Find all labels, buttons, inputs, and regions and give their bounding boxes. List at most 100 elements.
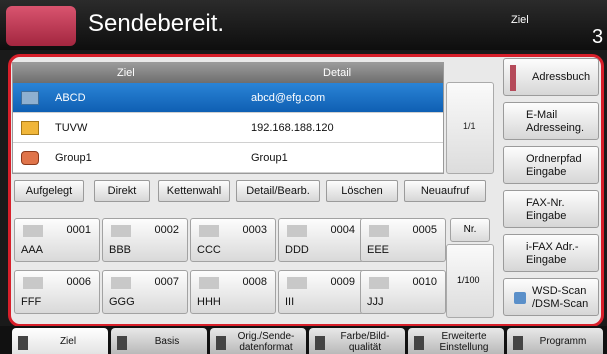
speed-dial-icon [369,277,389,289]
destination-count-label: Ziel [511,14,529,26]
destination-row[interactable]: Group1 Group1 [13,143,443,173]
speed-dial-label: HHH [197,296,221,308]
destination-name: ABCD [55,92,86,104]
direct-button[interactable]: Direkt [94,180,150,202]
detail-edit-button[interactable]: Detail/Bearb. [236,180,320,202]
delete-button[interactable]: Löschen [326,180,398,202]
tab-destination[interactable]: Ziel [12,328,108,354]
speed-dial-number: 0002 [154,224,179,236]
tab-bar: Ziel Basis Orig./Sende- datenformat Farb… [0,326,607,354]
number-search-button[interactable]: Nr. [450,218,490,242]
scan-icon [514,292,526,304]
speed-dial-icon [199,225,219,237]
tab-label: Ziel [59,336,77,347]
tab-advanced-settings[interactable]: Erweiterte Einstellung [408,328,504,354]
speed-dial-icon [287,225,307,237]
folder-path-label: Ordnerpfad Eingabe [526,153,582,178]
address-book-label: Adressbuch [532,71,591,83]
column-header-detail: Detail [323,67,352,79]
list-page-indicator: 1/1 [463,121,476,131]
speed-dial-icon [23,225,43,237]
tab-icon [315,336,325,350]
ifax-address-label: i-FAX Adr.-Eingabe [526,241,579,266]
ifax-address-button[interactable]: i-FAX Adr.-Eingabe [503,234,599,272]
tab-label: Basis [154,336,180,347]
speed-dial-button[interactable]: 0008 HHH [190,270,276,314]
speed-dial-icon [111,277,131,289]
wsd-scan-button[interactable]: WSD-Scan /DSM-Scan [503,278,599,316]
destination-row[interactable]: TUVW 192.168.188.120 [13,113,443,143]
tab-label: Programm [539,336,587,347]
speed-dial-icon [199,277,219,289]
tab-icon [18,336,28,350]
tab-color-quality[interactable]: Farbe/Bild- qualität [309,328,405,354]
chain-button[interactable]: Kettenwahl [158,180,230,202]
speed-dial-number: 0003 [242,224,267,236]
destination-detail: 192.168.188.120 [251,122,334,134]
speed-dial-button[interactable]: 0004 DDD [278,218,364,262]
speed-dial-label: BBB [109,244,132,256]
destination-row[interactable]: ABCD abcd@efg.com [13,83,443,113]
email-icon [21,91,39,105]
speed-dial-page-indicator: 1/100 [457,275,480,285]
speed-dial-number: 0006 [66,276,91,288]
speed-dial-button[interactable]: 0009 III [278,270,364,314]
speed-dial-button[interactable]: 0003 CCC [190,218,276,262]
fax-number-button[interactable]: FAX-Nr. Eingabe [503,190,599,228]
tab-icon [513,336,523,350]
destination-list: Ziel Detail ABCD abcd@efg.com TUVW 192.1… [12,62,444,174]
speed-dial-button[interactable]: 0001 AAA [14,218,100,262]
recall-button[interactable]: Neuaufruf [404,180,486,202]
page-title: Sendebereit. [88,10,225,37]
tab-program[interactable]: Programm [507,328,603,354]
speed-dial-icon [287,277,307,289]
speed-dial-label: CCC [197,244,221,256]
destination-name: Group1 [55,152,92,164]
wsd-scan-label: WSD-Scan /DSM-Scan [532,285,589,310]
speed-dial-icon [111,225,131,237]
speed-dial-number: 0007 [154,276,179,288]
on-hook-button[interactable]: Aufgelegt [14,180,84,202]
speed-dial-number: 0010 [412,276,437,288]
email-entry-button[interactable]: E-Mail Adresseing. [503,102,599,140]
tab-original-format[interactable]: Orig./Sende- datenformat [210,328,306,354]
column-header-destination: Ziel [117,67,135,79]
speed-dial-number: 0001 [66,224,91,236]
tab-label: Farbe/Bild- qualität [340,331,390,353]
folder-path-button[interactable]: Ordnerpfad Eingabe [503,146,599,184]
speed-dial-number: 0004 [330,224,355,236]
tab-icon [414,336,424,350]
speed-dial-label: JJJ [367,296,384,308]
address-book-button[interactable]: Adressbuch [503,58,599,96]
speed-dial-label: GGG [109,296,135,308]
speed-dial-button[interactable]: 0010 JJJ [360,270,446,314]
tab-basic[interactable]: Basis [111,328,207,354]
destination-detail: abcd@efg.com [251,92,326,104]
destination-detail: Group1 [251,152,288,164]
group-icon [21,151,39,165]
list-scrollbar[interactable]: 1/1 [446,82,494,174]
speed-dial-number: 0008 [242,276,267,288]
address-book-icon [510,65,516,91]
speed-dial-label: AAA [21,244,44,256]
speed-dial-button[interactable]: 0005 EEE [360,218,446,262]
header-bar: Sendebereit. Ziel 3 [0,0,607,50]
speed-dial-scrollbar[interactable]: 1/100 [446,244,494,318]
speed-dial-label: EEE [367,244,390,256]
speed-dial-button[interactable]: 0002 BBB [102,218,188,262]
tab-label: Orig./Sende- datenformat [237,331,295,353]
tab-label: Erweiterte Einstellung [439,331,489,353]
speed-dial-label: III [285,296,295,308]
speed-dial-icon [369,225,389,237]
speed-dial-label: FFF [21,296,42,308]
send-status-icon [6,6,76,46]
speed-dial-number: 0009 [330,276,355,288]
speed-dial-number: 0005 [412,224,437,236]
speed-dial-button[interactable]: 0007 GGG [102,270,188,314]
speed-dial-icon [23,277,43,289]
destination-count: 3 [592,26,604,48]
speed-dial-button[interactable]: 0006 FFF [14,270,100,314]
tab-icon [117,336,127,350]
email-entry-label: E-Mail Adresseing. [526,109,585,134]
list-header: Ziel Detail [13,63,443,83]
